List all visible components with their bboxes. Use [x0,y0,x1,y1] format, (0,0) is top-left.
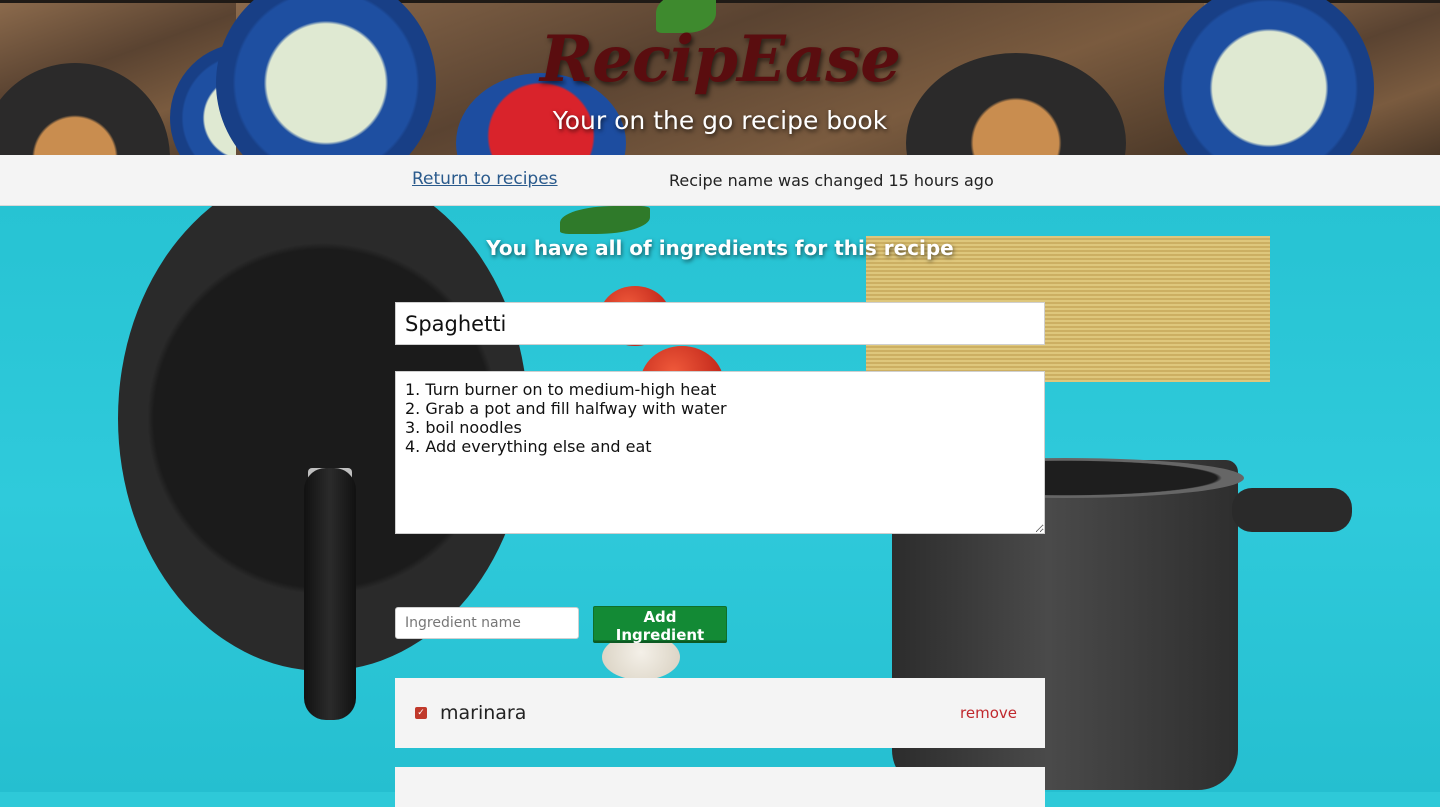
ingredient-name: marinara [440,702,527,724]
recipe-instructions-textarea[interactable]: 1. Turn burner on to medium-high heat 2.… [395,371,1045,534]
header-banner: RecipEase Your on the go recipe book [0,0,1440,155]
pot-handle [1232,488,1352,532]
ingredient-status: You have all of ingredients for this rec… [486,236,954,260]
ingredient-row: ✓ marinara remove [395,678,1045,748]
add-ingredient-button[interactable]: Add Ingredient [593,606,727,644]
remove-ingredient-link[interactable]: remove [960,704,1017,722]
recipe-name-input[interactable] [395,302,1045,345]
pan-handle [304,468,356,720]
ingredient-row [395,767,1045,807]
ingredient-checkbox[interactable]: ✓ [415,707,427,719]
change-notice: Recipe name was changed 15 hours ago [669,171,994,190]
tagline: Your on the go recipe book [552,106,888,135]
return-to-recipes-link[interactable]: Return to recipes [412,169,558,189]
brand-logo[interactable]: RecipEase [0,22,1440,97]
basil-image [560,206,650,234]
ingredient-name-input[interactable] [395,607,579,639]
nav-bar: Return to recipes Recipe name was change… [0,155,1440,206]
